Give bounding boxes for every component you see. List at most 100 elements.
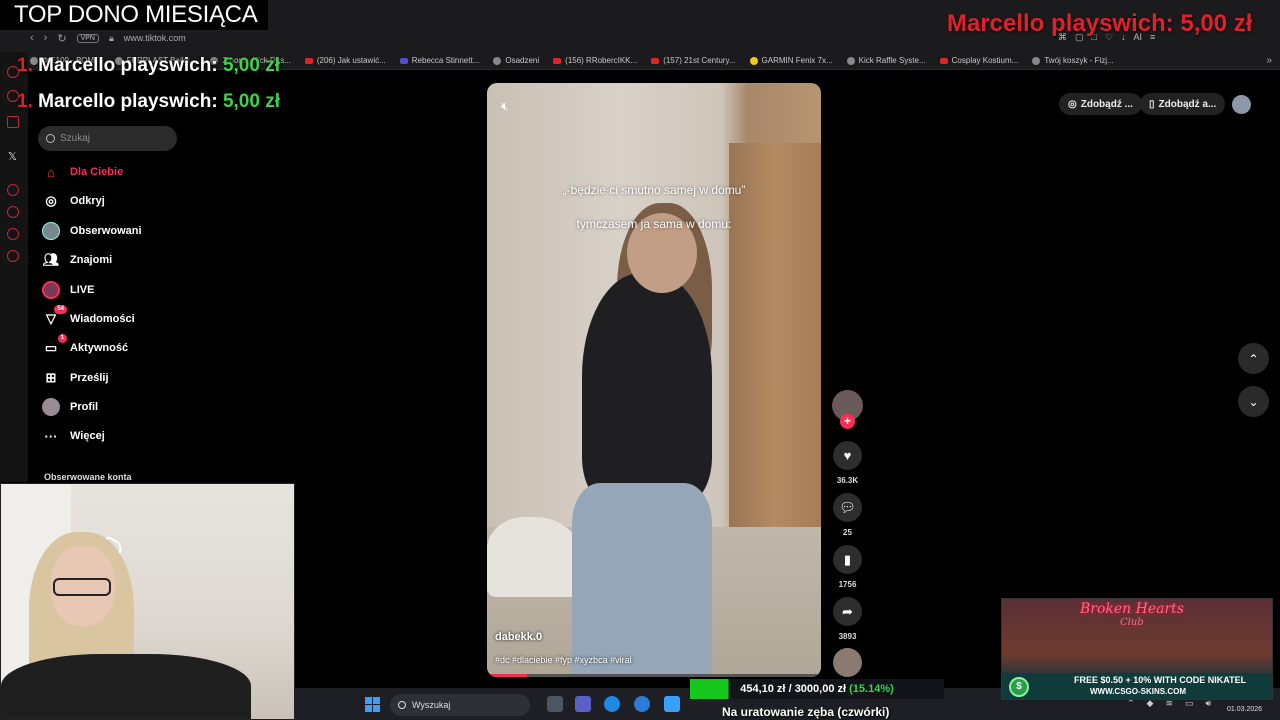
chevron-down-icon: ⌄ <box>1248 394 1259 409</box>
video-progress-fill <box>487 674 528 677</box>
vpn-badge[interactable]: VPN <box>76 33 99 43</box>
coin-icon: ◎ <box>1068 98 1077 110</box>
sidebar-item-following[interactable]: Obserwowani <box>42 220 142 242</box>
taskbar-search[interactable]: Wyszukaj <box>390 694 530 716</box>
clock-icon[interactable] <box>7 206 19 218</box>
video-progress-bar[interactable] <box>487 674 821 677</box>
comment-icon: 💬︎ <box>839 499 856 515</box>
browser-side-panel: 𝕏 <box>0 52 28 482</box>
video-player[interactable]: 🔇︎ „-będzie ci smutno samej w domu” tymc… <box>487 83 821 677</box>
youtube-icon <box>651 57 660 64</box>
settings-icon[interactable] <box>7 250 19 262</box>
bookmarks-overflow-icon[interactable]: » <box>1266 55 1272 66</box>
top-donor-line: 1. Marcello playswich: 5,00 zł <box>17 91 280 112</box>
home-icon: ⌂ <box>47 164 55 180</box>
video-hashtags[interactable]: #dc #dlaciebie #fyp #xyzbca #viral <box>495 655 632 665</box>
ad-subtitle: Club <box>1120 617 1144 628</box>
sidebar-item-activity[interactable]: ▭ 1 Aktywność <box>42 334 128 359</box>
like-button[interactable]: ♥ <box>833 441 862 470</box>
activity-icon: ▭ 1 <box>42 334 67 357</box>
top-donor-title: TOP DONO MIESIĄCA <box>0 0 268 30</box>
sidebar-item-upload[interactable]: ⊞ Prześlij <box>42 367 109 389</box>
globe-icon <box>493 56 502 65</box>
shop-icon <box>939 57 948 64</box>
bookmark-item[interactable]: Osadzeni <box>493 56 539 65</box>
url-field[interactable]: www.tiktok.com <box>124 33 186 43</box>
get-coins-button[interactable]: ◎ Zdobądź ... <box>1059 93 1142 115</box>
share-button[interactable]: ➦ <box>833 597 862 626</box>
video-username[interactable]: dabekk.0 <box>495 631 542 643</box>
x-icon[interactable]: 𝕏 <box>8 150 17 163</box>
follow-plus-icon[interactable]: + <box>840 414 855 429</box>
edge-icon[interactable] <box>604 696 620 712</box>
heart-icon: ♥ <box>843 448 852 463</box>
reload-icon[interactable]: ↻ <box>57 32 66 45</box>
lock-icon: 🔒︎ <box>108 32 114 43</box>
comment-button[interactable]: 💬︎ <box>833 493 862 522</box>
sidebar-item-profile[interactable]: Profil <box>42 396 98 418</box>
teams-icon[interactable] <box>575 696 591 712</box>
sidebar-app-icon[interactable] <box>7 228 19 240</box>
search-input[interactable]: Szukaj <box>38 126 177 151</box>
bookmark-item[interactable]: (206) Jak ustawić... <box>304 56 386 65</box>
video-scene-pillow <box>487 517 582 597</box>
sponsor-banner[interactable]: Broken Hearts Club $ FREE $0.50 + 10% WI… <box>1001 598 1273 700</box>
task-view-icon[interactable] <box>547 696 563 712</box>
share-count: 3893 <box>838 632 857 641</box>
previous-video-button[interactable]: ⌃ <box>1238 343 1269 374</box>
bookmark-item[interactable]: Twój koszyk - Fizj... <box>1032 56 1114 65</box>
bookmark-item[interactable]: Rebecca Stinnett... <box>399 56 479 65</box>
compass-icon: ◎ <box>45 193 57 208</box>
avatar-icon <box>42 222 60 240</box>
bookmark-icon: ▮ <box>843 551 852 567</box>
globe-icon <box>1032 56 1041 65</box>
chevron-up-icon: ⌃ <box>1248 351 1259 366</box>
sidebar-item-for-you[interactable]: ⌂ Dla Ciebie <box>42 161 123 183</box>
sound-avatar[interactable] <box>833 648 862 677</box>
activity-badge: 1 <box>57 334 67 343</box>
sidebar-item-friends[interactable]: 👥︎ Znajomi <box>42 249 112 271</box>
donation-goal-bar: 454,10 zł / 3000,00 zł (15.14%) <box>690 679 944 699</box>
chrome-icon[interactable] <box>634 696 650 712</box>
sidebar-item-explore[interactable]: ◎ Odkryj <box>42 190 105 212</box>
sidebar-item-messages[interactable]: ▽ 54 Wiadomości <box>42 305 135 330</box>
youtube-icon <box>304 57 313 64</box>
comment-count: 25 <box>843 528 852 537</box>
latest-donation: Marcello playswich: 5,00 zł <box>947 10 1253 37</box>
followed-accounts-heading: Obserwowane konta <box>44 472 132 482</box>
user-avatar[interactable] <box>1232 95 1251 114</box>
mute-icon[interactable]: 🔇︎ <box>501 99 509 114</box>
sidebar-item-live[interactable]: LIVE <box>42 279 94 301</box>
video-scene-legs <box>572 483 712 677</box>
search-icon <box>46 134 55 143</box>
back-icon[interactable]: ‹ <box>30 32 34 44</box>
more-icon: ··· <box>44 428 58 444</box>
bookmark-item[interactable]: (157) 21st Century... <box>651 56 736 65</box>
sidebar-app-icon[interactable] <box>7 184 19 196</box>
save-button[interactable]: ▮ <box>833 545 862 574</box>
share-icon: ➦ <box>842 603 853 619</box>
next-video-button[interactable]: ⌄ <box>1238 386 1269 417</box>
top-donor-line: 1. Marcello playswich: 5,00 zł <box>17 55 280 76</box>
sidebar-app-icon[interactable] <box>7 116 19 128</box>
store-icon[interactable] <box>664 696 680 712</box>
webcam-glasses <box>53 578 111 596</box>
ad-title: Broken Hearts <box>1080 601 1184 617</box>
video-scene-person <box>582 273 712 503</box>
bookmark-item[interactable]: GARMIN Fenix 7x... <box>749 56 833 65</box>
ad-website: WWW.CSGO-SKINS.COM <box>1090 687 1186 696</box>
bookmark-item[interactable]: Cosplay Kostium... <box>939 56 1018 65</box>
globe-icon <box>846 56 855 65</box>
bookmark-item[interactable]: (156) RRobercIKK... <box>553 56 637 65</box>
webcam-feed <box>0 483 295 720</box>
bookmark-item[interactable]: Kick Raffle Syste... <box>846 56 926 65</box>
forward-icon[interactable]: › <box>44 32 48 44</box>
site-icon <box>399 57 408 64</box>
video-caption-line-2: tymczasem ja sama w domu: <box>576 217 732 231</box>
dollar-coin-icon: $ <box>1009 677 1029 697</box>
get-app-button[interactable]: ▯ Zdobądź a... <box>1140 93 1226 115</box>
live-icon <box>42 281 60 299</box>
sidebar-item-more[interactable]: ··· Więcej <box>42 425 105 447</box>
ad-promo-bar: $ FREE $0.50 + 10% WITH CODE NIKATEL WWW… <box>1002 673 1272 699</box>
windows-start-icon[interactable] <box>365 697 380 712</box>
